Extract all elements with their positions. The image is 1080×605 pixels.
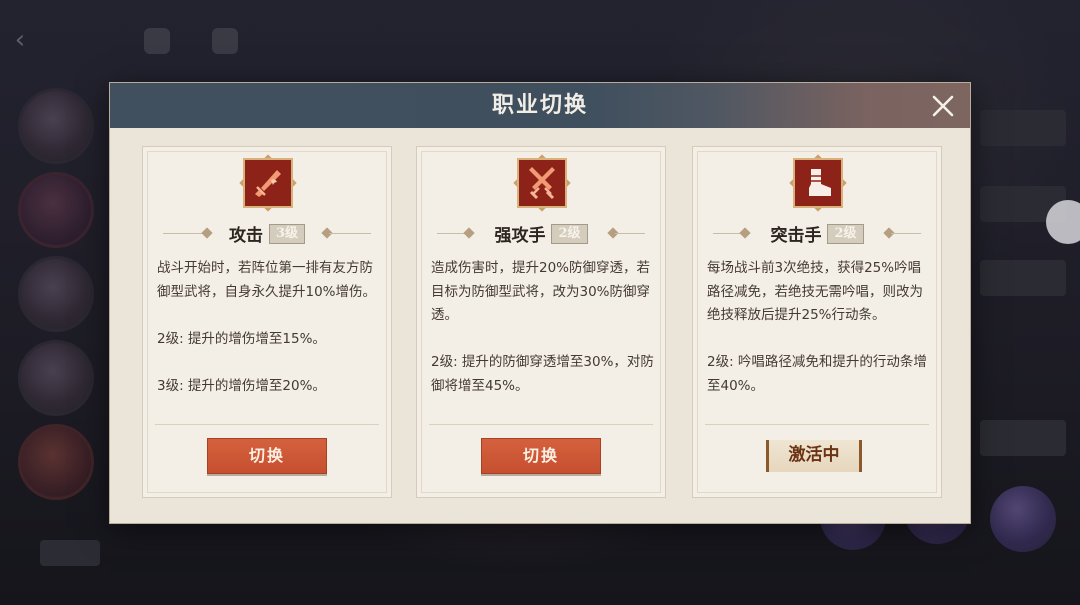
class-name: 突击手	[770, 226, 822, 246]
class-card-attack: 攻击 3级 战斗开始时，若阵位第一排有友方防御型武将，自身永久提升10%增伤。 2…	[142, 146, 392, 498]
skill-orb[interactable]	[990, 486, 1056, 552]
flaming-sword-icon	[255, 170, 281, 197]
class-level-badge: 2级	[827, 223, 864, 244]
class-description: 每场战斗前3次绝技，获得25%吟唱路径减免，若绝技无需吟唱，则改为绝技释放后提升…	[707, 260, 927, 394]
class-emblem	[789, 154, 847, 212]
class-name: 攻击	[228, 226, 263, 246]
divider	[429, 424, 653, 425]
class-name-row: 攻击 3级	[143, 221, 391, 247]
class-emblem	[513, 154, 571, 212]
close-icon[interactable]	[928, 91, 958, 121]
avatar[interactable]	[18, 88, 94, 164]
side-chip[interactable]	[980, 260, 1066, 296]
scroll-knob[interactable]	[1046, 200, 1080, 244]
bottom-chip[interactable]	[40, 540, 100, 566]
hero-roster	[18, 88, 102, 508]
class-name: 强攻手	[494, 226, 546, 246]
avatar[interactable]	[18, 424, 94, 500]
side-chip[interactable]	[980, 110, 1066, 146]
class-description: 造成伤害时，提升20%防御穿透，若目标为防御型武将，改为30%防御穿透。 2级:…	[431, 260, 654, 394]
divider	[705, 424, 929, 425]
avatar[interactable]	[18, 256, 94, 332]
avatar[interactable]	[18, 340, 94, 416]
class-level-badge: 3级	[268, 223, 306, 244]
class-emblem	[239, 154, 297, 212]
back-arrow-icon[interactable]: ‹	[6, 26, 34, 54]
switch-button[interactable]: 切换	[481, 438, 601, 474]
class-description: 战斗开始时，若阵位第一排有友方防御型武将，自身永久提升10%增伤。 2级: 提升…	[157, 260, 377, 394]
class-name-row: 强攻手 2级	[417, 221, 665, 247]
menu-icon[interactable]	[144, 28, 170, 54]
active-status-badge: 激活中	[766, 440, 862, 472]
class-card-striker: 强攻手 2级 造成伤害时，提升20%防御穿透，若目标为防御型武将，改为30%防御穿…	[416, 146, 666, 498]
right-panel	[970, 90, 1080, 510]
class-switch-dialog: 职业切换 攻击 3级 战斗开始时，若阵位第一排有友方防御型武将，自身永久提升10…	[110, 83, 970, 523]
crossed-swords-icon	[529, 167, 555, 200]
class-level-badge: 2级	[551, 223, 588, 244]
switch-button[interactable]: 切换	[207, 438, 327, 474]
top-bar: ‹	[0, 18, 300, 62]
class-card-assault: 突击手 2级 每场战斗前3次绝技，获得25%吟唱路径减免，若绝技无需吟唱，则改为绝…	[692, 146, 942, 498]
avatar[interactable]	[18, 172, 94, 248]
side-chip[interactable]	[980, 420, 1066, 456]
boot-icon	[809, 169, 831, 196]
settings-icon[interactable]	[212, 28, 238, 54]
class-name-row: 突击手 2级	[693, 221, 941, 247]
dialog-title: 职业切换	[491, 92, 588, 118]
divider	[155, 424, 379, 425]
